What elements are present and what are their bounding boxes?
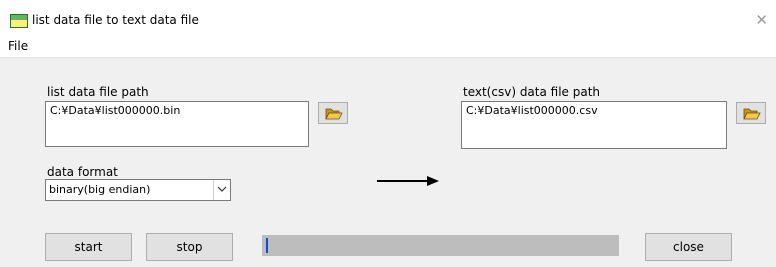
app-window: list data file to text data file ✕ File … — [0, 0, 776, 267]
window-title: list data file to text data file — [32, 13, 199, 27]
stop-button[interactable]: stop — [146, 233, 233, 261]
menu-bar: File — [0, 36, 776, 56]
source-path-input[interactable]: C:¥Data¥list000000.bin — [45, 101, 309, 147]
source-path-label: list data file path — [47, 85, 149, 99]
close-button[interactable]: close — [645, 233, 732, 261]
open-folder-icon — [325, 108, 343, 120]
target-path-label: text(csv) data file path — [463, 85, 601, 99]
open-folder-icon — [743, 108, 761, 120]
progress-bar-fill — [263, 236, 618, 255]
close-window-icon[interactable]: ✕ — [755, 11, 768, 29]
main-panel: list data file path C:¥Data¥list000000.b… — [0, 57, 776, 267]
target-browse-button[interactable] — [736, 102, 766, 124]
progress-caret — [266, 238, 268, 253]
data-format-selected-value: binary(big endian) — [49, 183, 151, 196]
source-browse-button[interactable] — [318, 102, 348, 124]
menu-item-file[interactable]: File — [8, 39, 28, 53]
right-arrow-icon — [377, 176, 439, 186]
chevron-down-icon[interactable] — [213, 180, 230, 200]
data-format-select[interactable]: binary(big endian) — [45, 179, 231, 201]
start-button[interactable]: start — [45, 233, 132, 261]
progress-bar — [262, 235, 619, 256]
title-bar: list data file to text data file ✕ — [0, 0, 776, 36]
data-format-label: data format — [47, 165, 118, 179]
target-path-input[interactable]: C:¥Data¥list000000.csv — [461, 101, 727, 149]
app-window-icon — [10, 14, 28, 28]
